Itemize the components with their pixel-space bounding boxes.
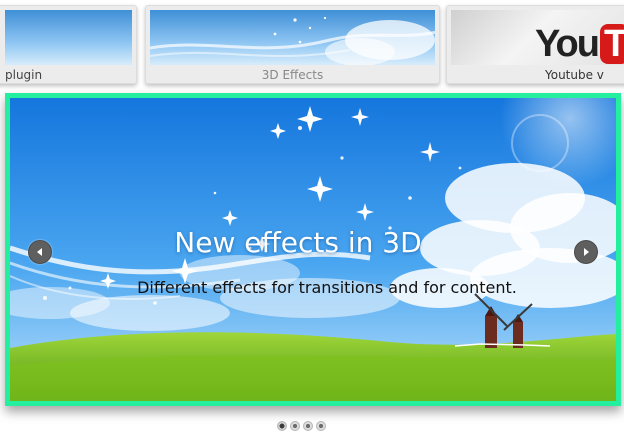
thumbnail-caption: plugin [5,68,43,82]
slide-title: New effects in 3D [174,226,422,259]
previous-slide-button[interactable] [28,240,52,264]
thumbnail-3d-effects[interactable]: 3D Effects [145,5,440,84]
chevron-left-icon [37,248,42,256]
thumbnail-caption: Youtube v [545,68,604,82]
main-slider: New effects in 3D Different effects for … [5,93,621,406]
pagination-dot[interactable] [316,421,326,431]
slide-subtitle: Different effects for transitions and fo… [137,278,517,297]
next-slide-button[interactable] [574,240,598,264]
pagination-dot[interactable] [290,421,300,431]
thumbnail-youtube-video[interactable]: You T Youtube v [446,5,624,84]
pagination-dot[interactable] [303,421,313,431]
thumbnail-caption: 3D Effects [261,68,324,82]
slide-pagination [277,421,326,433]
thumbnail-image [150,10,435,65]
youtube-logo: You T [535,24,624,64]
thumbnail-image [5,10,132,65]
pagination-dot[interactable] [277,421,287,431]
thumbnail-image: You T [451,10,624,65]
chevron-right-icon [584,248,589,256]
thumbnail-plugin[interactable]: plugin [0,5,137,84]
